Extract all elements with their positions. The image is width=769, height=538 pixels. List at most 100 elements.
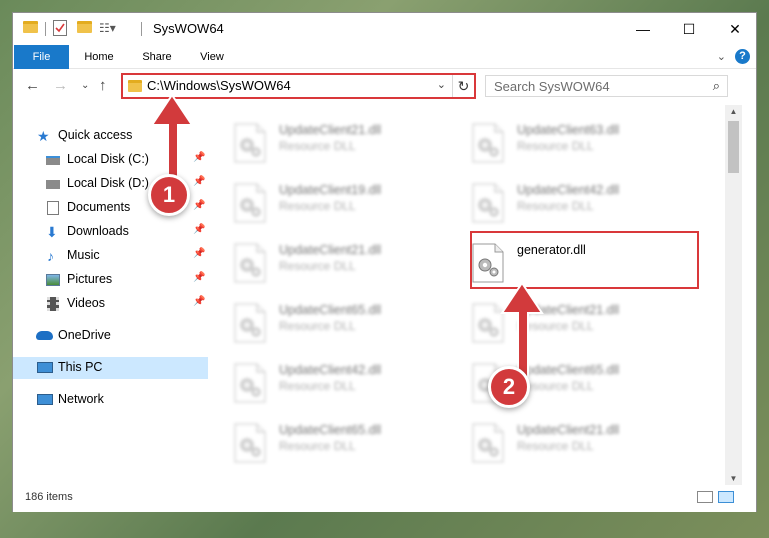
file-explorer-window: ☷▾ SysWOW64 — ☐ ✕ File Home Share View ⌄…	[12, 12, 757, 512]
dll-gear-icon	[233, 303, 267, 343]
sidebar-item-label: This PC	[58, 360, 103, 374]
details-view-icon[interactable]	[697, 491, 713, 503]
file-type: Resource DLL	[517, 199, 594, 213]
vertical-scrollbar[interactable]: ▲ ▼	[725, 105, 742, 485]
dll-gear-icon	[233, 423, 267, 463]
close-button[interactable]: ✕	[712, 13, 758, 45]
sidebar-item-label: OneDrive	[58, 328, 111, 342]
file-name: UpdateClient42.dll	[279, 363, 382, 377]
item-count: 186 items	[25, 491, 73, 503]
pin-icon: 📌	[193, 272, 206, 283]
file-item[interactable]: UpdateClient65.dll Resource DLL	[231, 413, 461, 469]
sidebar-item-label: Pictures	[67, 272, 113, 286]
new-folder-icon[interactable]	[77, 21, 92, 33]
minimize-button[interactable]: —	[620, 13, 666, 45]
film-icon	[47, 297, 59, 311]
file-name: UpdateClient63.dll	[517, 123, 620, 137]
chevron-down-icon[interactable]: ⌄	[437, 78, 446, 91]
window-title: SysWOW64	[153, 21, 224, 36]
scroll-down-arrow-icon[interactable]: ▼	[725, 474, 742, 483]
sidebar-item-label: Local Disk (D:)	[67, 176, 149, 190]
drive-icon	[46, 156, 60, 165]
file-type: Resource DLL	[279, 259, 356, 273]
scrollbar-thumb[interactable]	[728, 121, 739, 173]
file-type: Resource DLL	[517, 439, 594, 453]
navigation-bar: ← → ⌄ ↑ C:\Windows\SysWOW64 ⌄ ↻ Search S…	[13, 69, 756, 105]
file-type: Resource DLL	[279, 139, 356, 153]
file-name: UpdateClient21.dll	[279, 123, 382, 137]
tab-home[interactable]: Home	[75, 45, 123, 69]
sidebar-item-music[interactable]: ♪ Music 📌	[13, 245, 208, 267]
sidebar-item-label: Local Disk (C:)	[67, 152, 149, 166]
file-item[interactable]: UpdateClient21.dll Resource DLL	[469, 413, 699, 469]
step-2-badge: 2	[488, 366, 530, 408]
drive-icon	[46, 180, 60, 189]
dll-gear-icon	[471, 423, 505, 463]
expand-ribbon-icon[interactable]: ⌄	[717, 50, 726, 63]
file-type: Resource DLL	[279, 439, 356, 453]
dll-gear-icon	[233, 243, 267, 283]
file-item[interactable]: UpdateClient19.dll Resource DLL	[231, 173, 461, 229]
file-item[interactable]: UpdateClient21.dll Resource DLL	[231, 233, 461, 289]
search-icon[interactable]: ⌕	[713, 78, 720, 94]
sidebar-item-label: Documents	[67, 200, 131, 214]
file-item[interactable]: UpdateClient65.dll Resource DLL	[231, 293, 461, 349]
file-name: UpdateClient65.dll	[279, 423, 382, 437]
file-item[interactable]: UpdateClient42.dll Resource DLL	[469, 173, 699, 229]
search-input[interactable]: Search SysWOW64	[494, 79, 610, 94]
pictures-icon	[46, 274, 60, 286]
folder-icon	[23, 21, 38, 33]
pin-icon: 📌	[193, 200, 206, 211]
computer-icon	[37, 362, 53, 373]
documents-icon	[47, 201, 59, 215]
download-arrow-icon: ⬇	[46, 224, 58, 240]
sidebar-item-downloads[interactable]: ⬇ Downloads 📌	[13, 221, 208, 243]
dll-gear-icon	[471, 123, 505, 163]
separator	[45, 22, 46, 36]
file-name: UpdateClient65.dll	[279, 303, 382, 317]
network-icon	[37, 394, 53, 405]
ribbon: File Home Share View ⌄ ?	[13, 45, 756, 101]
scroll-up-arrow-icon[interactable]: ▲	[725, 107, 742, 116]
search-box[interactable]: Search SysWOW64 ⌕	[485, 75, 728, 97]
sidebar-item-label: Videos	[67, 296, 105, 310]
back-arrow-icon[interactable]: ←	[25, 77, 40, 94]
maximize-button[interactable]: ☐	[666, 13, 712, 45]
customize-toolbar-icon[interactable]: ☷▾	[99, 21, 116, 35]
sidebar-item-label: Downloads	[67, 224, 129, 238]
recent-locations-chevron-icon[interactable]: ⌄	[81, 80, 89, 91]
star-icon: ★	[37, 128, 50, 144]
large-icons-view-icon[interactable]	[718, 491, 734, 503]
up-arrow-icon[interactable]: ↑	[99, 77, 107, 94]
refresh-icon[interactable]: ↻	[452, 75, 474, 97]
sidebar-item-label: Music	[67, 248, 100, 262]
file-name: UpdateClient19.dll	[279, 183, 382, 197]
pin-icon: 📌	[193, 296, 206, 307]
sidebar-item-onedrive[interactable]: OneDrive	[13, 325, 208, 347]
file-item[interactable]: UpdateClient42.dll Resource DLL	[231, 353, 461, 409]
file-name: UpdateClient42.dll	[517, 183, 620, 197]
step-1-badge: 1	[148, 174, 190, 216]
sidebar-item-pictures[interactable]: Pictures 📌	[13, 269, 208, 291]
dll-gear-icon	[233, 123, 267, 163]
file-type: Resource DLL	[279, 319, 356, 333]
file-item[interactable]: UpdateClient21.dll Resource DLL	[231, 113, 461, 169]
file-type: Resource DLL	[279, 199, 356, 213]
file-type: Resource DLL	[279, 379, 356, 393]
pin-icon: 📌	[193, 248, 206, 259]
dll-gear-icon	[233, 183, 267, 223]
help-icon[interactable]: ?	[735, 49, 750, 64]
tab-view[interactable]: View	[189, 45, 235, 69]
sidebar-item-videos[interactable]: Videos 📌	[13, 293, 208, 315]
sidebar-item-network[interactable]: Network	[13, 389, 208, 411]
sidebar-item-this-pc[interactable]: This PC	[13, 357, 208, 379]
sidebar-item-label: Quick access	[58, 128, 133, 142]
file-name: UpdateClient21.dll	[517, 423, 620, 437]
status-bar: 186 items	[13, 485, 756, 512]
forward-arrow-icon[interactable]: →	[53, 77, 68, 94]
properties-icon[interactable]	[53, 20, 67, 36]
file-list: UpdateClient21.dll Resource DLL UpdateClie…	[209, 105, 725, 485]
title-bar: ☷▾ SysWOW64 — ☐ ✕	[13, 13, 756, 45]
tab-share[interactable]: Share	[133, 45, 181, 69]
file-item[interactable]: UpdateClient63.dll Resource DLL	[469, 113, 699, 169]
